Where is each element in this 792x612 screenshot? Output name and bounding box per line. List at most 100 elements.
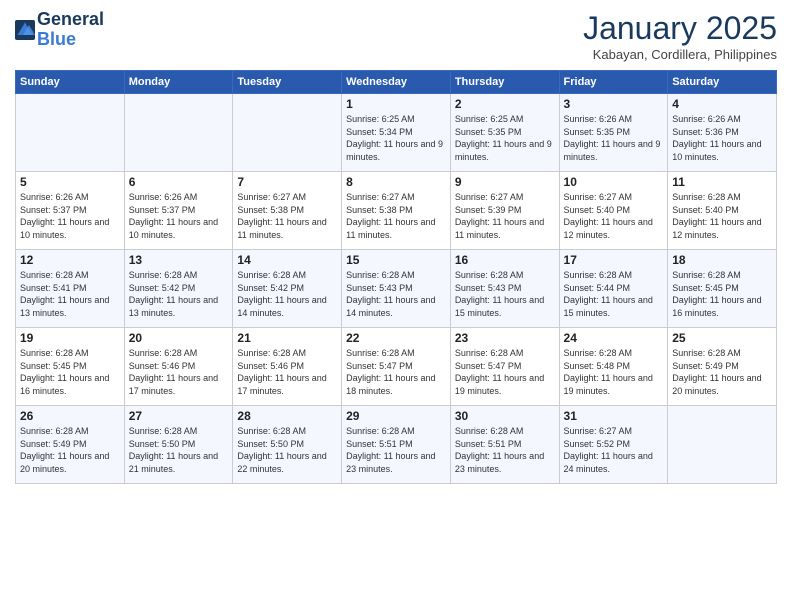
day-info: Sunrise: 6:28 AM Sunset: 5:42 PM Dayligh…	[129, 269, 229, 319]
daylight-text: Daylight: 11 hours and 21 minutes.	[129, 451, 218, 474]
sunset-text: Sunset: 5:46 PM	[129, 361, 196, 371]
day-number: 18	[672, 253, 772, 267]
sunrise-text: Sunrise: 6:28 AM	[237, 426, 306, 436]
calendar-cell	[668, 406, 777, 484]
daylight-text: Daylight: 11 hours and 9 minutes.	[346, 139, 443, 162]
calendar-cell: 24 Sunrise: 6:28 AM Sunset: 5:48 PM Dayl…	[559, 328, 668, 406]
sunset-text: Sunset: 5:47 PM	[455, 361, 522, 371]
day-info: Sunrise: 6:26 AM Sunset: 5:36 PM Dayligh…	[672, 113, 772, 163]
sunrise-text: Sunrise: 6:28 AM	[129, 348, 198, 358]
daylight-text: Daylight: 11 hours and 20 minutes.	[672, 373, 761, 396]
sunset-text: Sunset: 5:39 PM	[455, 205, 522, 215]
daylight-text: Daylight: 11 hours and 10 minutes.	[672, 139, 761, 162]
daylight-text: Daylight: 11 hours and 14 minutes.	[237, 295, 326, 318]
calendar-cell: 21 Sunrise: 6:28 AM Sunset: 5:46 PM Dayl…	[233, 328, 342, 406]
sunrise-text: Sunrise: 6:26 AM	[20, 192, 89, 202]
calendar-cell: 18 Sunrise: 6:28 AM Sunset: 5:45 PM Dayl…	[668, 250, 777, 328]
sunrise-text: Sunrise: 6:26 AM	[564, 114, 633, 124]
sunset-text: Sunset: 5:51 PM	[455, 439, 522, 449]
daylight-text: Daylight: 11 hours and 16 minutes.	[20, 373, 109, 396]
header-row: Sunday Monday Tuesday Wednesday Thursday…	[16, 71, 777, 94]
sunset-text: Sunset: 5:42 PM	[237, 283, 304, 293]
calendar-cell: 2 Sunrise: 6:25 AM Sunset: 5:35 PM Dayli…	[450, 94, 559, 172]
day-info: Sunrise: 6:28 AM Sunset: 5:51 PM Dayligh…	[455, 425, 555, 475]
location-text: Kabayan, Cordillera, Philippines	[583, 47, 777, 62]
sunset-text: Sunset: 5:50 PM	[237, 439, 304, 449]
day-number: 9	[455, 175, 555, 189]
day-number: 3	[564, 97, 664, 111]
calendar-cell: 31 Sunrise: 6:27 AM Sunset: 5:52 PM Dayl…	[559, 406, 668, 484]
sunrise-text: Sunrise: 6:28 AM	[346, 270, 415, 280]
daylight-text: Daylight: 11 hours and 17 minutes.	[129, 373, 218, 396]
calendar-cell: 20 Sunrise: 6:28 AM Sunset: 5:46 PM Dayl…	[124, 328, 233, 406]
sunrise-text: Sunrise: 6:28 AM	[129, 270, 198, 280]
daylight-text: Daylight: 11 hours and 18 minutes.	[346, 373, 435, 396]
col-tuesday: Tuesday	[233, 71, 342, 94]
daylight-text: Daylight: 11 hours and 10 minutes.	[129, 217, 218, 240]
calendar-table: Sunday Monday Tuesday Wednesday Thursday…	[15, 70, 777, 484]
sunset-text: Sunset: 5:43 PM	[346, 283, 413, 293]
sunset-text: Sunset: 5:40 PM	[672, 205, 739, 215]
day-info: Sunrise: 6:26 AM Sunset: 5:37 PM Dayligh…	[20, 191, 120, 241]
sunrise-text: Sunrise: 6:28 AM	[20, 348, 89, 358]
calendar-cell: 15 Sunrise: 6:28 AM Sunset: 5:43 PM Dayl…	[342, 250, 451, 328]
day-number: 17	[564, 253, 664, 267]
day-info: Sunrise: 6:28 AM Sunset: 5:47 PM Dayligh…	[455, 347, 555, 397]
day-info: Sunrise: 6:27 AM Sunset: 5:52 PM Dayligh…	[564, 425, 664, 475]
daylight-text: Daylight: 11 hours and 20 minutes.	[20, 451, 109, 474]
calendar-cell: 7 Sunrise: 6:27 AM Sunset: 5:38 PM Dayli…	[233, 172, 342, 250]
day-number: 13	[129, 253, 229, 267]
calendar-cell	[16, 94, 125, 172]
calendar-cell: 4 Sunrise: 6:26 AM Sunset: 5:36 PM Dayli…	[668, 94, 777, 172]
day-info: Sunrise: 6:28 AM Sunset: 5:43 PM Dayligh…	[455, 269, 555, 319]
day-number: 27	[129, 409, 229, 423]
sunrise-text: Sunrise: 6:26 AM	[672, 114, 741, 124]
daylight-text: Daylight: 11 hours and 12 minutes.	[672, 217, 761, 240]
calendar-cell: 30 Sunrise: 6:28 AM Sunset: 5:51 PM Dayl…	[450, 406, 559, 484]
month-title: January 2025	[583, 10, 777, 47]
day-info: Sunrise: 6:28 AM Sunset: 5:41 PM Dayligh…	[20, 269, 120, 319]
day-number: 10	[564, 175, 664, 189]
day-number: 22	[346, 331, 446, 345]
day-info: Sunrise: 6:28 AM Sunset: 5:48 PM Dayligh…	[564, 347, 664, 397]
sunrise-text: Sunrise: 6:28 AM	[672, 192, 741, 202]
daylight-text: Daylight: 11 hours and 14 minutes.	[346, 295, 435, 318]
sunset-text: Sunset: 5:46 PM	[237, 361, 304, 371]
daylight-text: Daylight: 11 hours and 11 minutes.	[346, 217, 435, 240]
sunset-text: Sunset: 5:48 PM	[564, 361, 631, 371]
col-monday: Monday	[124, 71, 233, 94]
daylight-text: Daylight: 11 hours and 16 minutes.	[672, 295, 761, 318]
calendar-cell: 25 Sunrise: 6:28 AM Sunset: 5:49 PM Dayl…	[668, 328, 777, 406]
day-number: 19	[20, 331, 120, 345]
sunset-text: Sunset: 5:35 PM	[455, 127, 522, 137]
calendar-cell: 22 Sunrise: 6:28 AM Sunset: 5:47 PM Dayl…	[342, 328, 451, 406]
calendar-cell: 10 Sunrise: 6:27 AM Sunset: 5:40 PM Dayl…	[559, 172, 668, 250]
sunset-text: Sunset: 5:37 PM	[20, 205, 87, 215]
sunrise-text: Sunrise: 6:28 AM	[455, 270, 524, 280]
day-info: Sunrise: 6:25 AM Sunset: 5:35 PM Dayligh…	[455, 113, 555, 163]
daylight-text: Daylight: 11 hours and 19 minutes.	[455, 373, 544, 396]
day-number: 26	[20, 409, 120, 423]
sunrise-text: Sunrise: 6:27 AM	[346, 192, 415, 202]
title-block: January 2025 Kabayan, Cordillera, Philip…	[583, 10, 777, 62]
day-info: Sunrise: 6:28 AM Sunset: 5:51 PM Dayligh…	[346, 425, 446, 475]
sunset-text: Sunset: 5:41 PM	[20, 283, 87, 293]
sunrise-text: Sunrise: 6:25 AM	[346, 114, 415, 124]
daylight-text: Daylight: 11 hours and 23 minutes.	[455, 451, 544, 474]
sunrise-text: Sunrise: 6:27 AM	[455, 192, 524, 202]
day-number: 8	[346, 175, 446, 189]
day-number: 16	[455, 253, 555, 267]
week-row-4: 19 Sunrise: 6:28 AM Sunset: 5:45 PM Dayl…	[16, 328, 777, 406]
daylight-text: Daylight: 11 hours and 9 minutes.	[455, 139, 552, 162]
daylight-text: Daylight: 11 hours and 11 minutes.	[237, 217, 326, 240]
sunrise-text: Sunrise: 6:28 AM	[20, 270, 89, 280]
week-row-1: 1 Sunrise: 6:25 AM Sunset: 5:34 PM Dayli…	[16, 94, 777, 172]
day-info: Sunrise: 6:28 AM Sunset: 5:43 PM Dayligh…	[346, 269, 446, 319]
day-number: 28	[237, 409, 337, 423]
calendar-cell	[233, 94, 342, 172]
day-number: 23	[455, 331, 555, 345]
day-info: Sunrise: 6:28 AM Sunset: 5:40 PM Dayligh…	[672, 191, 772, 241]
daylight-text: Daylight: 11 hours and 12 minutes.	[564, 217, 653, 240]
sunrise-text: Sunrise: 6:28 AM	[672, 270, 741, 280]
sunrise-text: Sunrise: 6:28 AM	[20, 426, 89, 436]
